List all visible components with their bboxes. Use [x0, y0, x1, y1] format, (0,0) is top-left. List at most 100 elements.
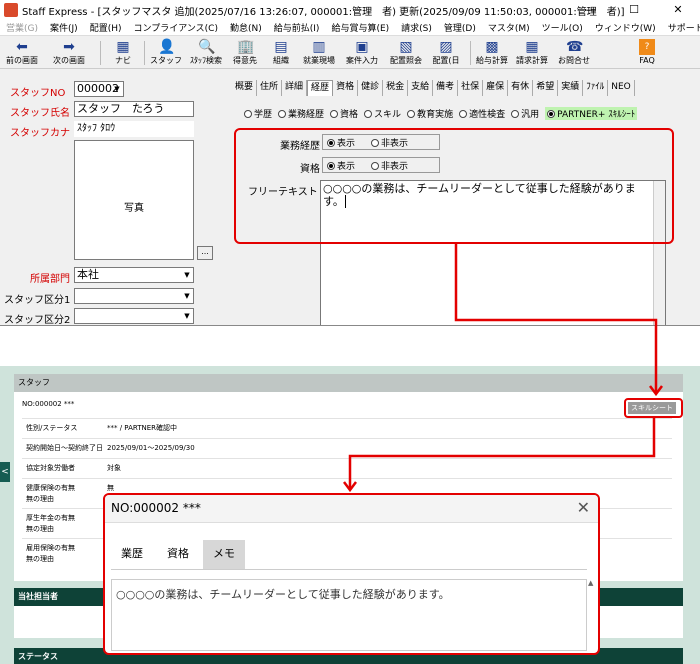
subtab-general[interactable]: 汎用: [511, 107, 539, 120]
menu-sales[interactable]: 営業(G): [6, 21, 38, 34]
tab-social-insurance[interactable]: 社保: [458, 80, 484, 96]
divider: [22, 438, 672, 439]
person-icon: 👤: [158, 39, 176, 55]
maximize-button[interactable]: ☐: [612, 0, 656, 20]
faq-icon: ?: [639, 39, 655, 55]
subtab-partner-skill-sheet[interactable]: PARTNER+ ｽｷﾙｼｰﾄ: [545, 106, 638, 120]
menu-case[interactable]: 案件(J): [50, 21, 78, 34]
subtab-training[interactable]: 教育実施: [407, 107, 453, 120]
client-button[interactable]: 🏢 得意先: [228, 38, 262, 68]
navi-icon: ▦: [116, 39, 130, 55]
subtab-aptitude[interactable]: 適性検査: [459, 107, 505, 120]
main-tabs: 概要 住所 詳細 経歴 資格 健診 税金 支給 備考 社保 雇保 有休 希望 実…: [232, 80, 635, 96]
tab-file[interactable]: ﾌｧｲﾙ: [583, 80, 609, 96]
tab-employment-insurance[interactable]: 雇保: [483, 80, 509, 96]
scroll-up-icon[interactable]: ▲: [588, 579, 596, 587]
menu-master[interactable]: マスタ(M): [488, 21, 530, 34]
case-input-button[interactable]: ▣ 案件入力: [342, 38, 382, 68]
tab-payment[interactable]: 支給: [408, 80, 434, 96]
placement-inquiry-button[interactable]: ▧ 配置照会: [386, 38, 426, 68]
contact-button[interactable]: ☎ お問合せ: [554, 38, 594, 68]
menu-admin[interactable]: 管理(D): [444, 21, 476, 34]
radio-icon: [244, 109, 252, 118]
tab-results[interactable]: 実績: [558, 80, 584, 96]
radio-icon: [330, 109, 339, 118]
field-key-sub: 無の理由: [26, 495, 54, 503]
prev-screen-button[interactable]: ⬅ 前の画面: [2, 38, 42, 68]
salary-calc-button[interactable]: ▩ 給与計算: [474, 38, 510, 68]
modal-tab-memo[interactable]: メモ: [203, 540, 245, 570]
toolbar: ⬅ 前の画面 ➡ 次の画面 ▦ ナビ 👤 スタッフ 🔍 ｽﾀｯﾌ検索 🏢 得意先…: [0, 37, 700, 69]
staff-express-window: Staff Express - [スタッフマスタ 追加(2025/07/16 1…: [0, 0, 700, 326]
menu-placement[interactable]: 配置(H): [90, 21, 122, 34]
divider: [111, 569, 587, 570]
staff-name-label: スタッフ氏名: [10, 108, 70, 119]
modal-header: NO:000002 *** ✕: [105, 495, 598, 523]
staff-name-input[interactable]: スタッフ たろう: [74, 101, 194, 117]
menu-window[interactable]: ウィンドウ(W): [595, 21, 656, 34]
menu-bar: 営業(G) 案件(J) 配置(H) コンプライアンス(C) 勤怠(N) 給与前払…: [0, 20, 700, 36]
menu-compliance[interactable]: コンプライアンス(C): [133, 21, 218, 34]
tab-wish[interactable]: 希望: [533, 80, 559, 96]
organization-button[interactable]: ▤ 組織: [266, 38, 296, 68]
modal-tab-career[interactable]: 業歴: [111, 540, 153, 570]
class1-label: スタッフ区分1: [4, 295, 71, 306]
staff-search-button[interactable]: 🔍 ｽﾀｯﾌ検索: [186, 38, 226, 68]
tab-qualification[interactable]: 資格: [333, 80, 359, 96]
subtab-qualification[interactable]: 資格: [330, 107, 358, 120]
tab-address[interactable]: 住所: [257, 80, 283, 96]
dept-select[interactable]: 本社 ▼: [74, 267, 194, 283]
minimize-button[interactable]: —: [568, 0, 612, 20]
bill-icon: ▦: [525, 39, 539, 55]
menu-support[interactable]: サポート(H): [668, 21, 700, 34]
modal-tab-qualification[interactable]: 資格: [157, 540, 199, 570]
menu-salary[interactable]: 給与賞与算(E): [331, 21, 389, 34]
staff-button[interactable]: 👤 スタッフ: [148, 38, 184, 68]
menu-attendance[interactable]: 勤怠(N): [230, 21, 262, 34]
photo-label: 写真: [124, 203, 144, 214]
tab-tax[interactable]: 税金: [383, 80, 409, 96]
field-key: 契約開始日～契約終了日: [26, 444, 103, 452]
tab-health[interactable]: 健診: [358, 80, 384, 96]
memo-text: ○○○○の業務は、チームリーダーとして従事した経験があります。: [111, 579, 587, 651]
bill-calc-button[interactable]: ▦ 請求計算: [512, 38, 552, 68]
menu-advance[interactable]: 給与前払(I): [274, 21, 320, 34]
field-key: 性別/ステータス: [26, 424, 78, 432]
class2-label: スタッフ区分2: [4, 315, 71, 326]
placement-day-button[interactable]: ▨ 配置(日: [428, 38, 464, 68]
field-value: *** / PARTNER確認中: [107, 424, 178, 432]
tab-overview[interactable]: 概要: [232, 80, 258, 96]
staff-section-header: スタッフ: [14, 374, 683, 392]
close-button[interactable]: ✕: [656, 0, 700, 20]
tab-career[interactable]: 経歴: [307, 80, 334, 96]
next-screen-button[interactable]: ➡ 次の画面: [48, 38, 90, 68]
separator: [144, 41, 145, 65]
divider: [22, 478, 672, 479]
subtab-skill[interactable]: スキル: [364, 107, 401, 120]
separator: [470, 41, 471, 65]
menu-tools[interactable]: ツール(O): [542, 21, 583, 34]
photo-browse-button[interactable]: ...: [197, 246, 213, 260]
faq-button[interactable]: ? FAQ: [632, 38, 662, 68]
class1-select[interactable]: ▼: [74, 288, 194, 304]
person-search-icon: 🔍: [198, 39, 216, 55]
tab-paid-leave[interactable]: 有休: [508, 80, 534, 96]
staff-kana-input[interactable]: ｽﾀｯﾌ ﾀﾛｳ: [74, 121, 194, 137]
collapse-arrow-button[interactable]: <: [0, 462, 10, 482]
navi-button[interactable]: ▦ ナビ: [108, 38, 138, 68]
staff-no-select[interactable]: 000002 ▼: [74, 81, 124, 97]
calendar-icon: ▨: [439, 39, 453, 55]
highlight-frame-skill-button: [624, 398, 683, 418]
field-value: 2025/09/01～2025/09/30: [107, 444, 195, 452]
menu-billing[interactable]: 請求(S): [401, 21, 432, 34]
work-site-button[interactable]: ▥ 就業現場: [298, 38, 340, 68]
phone-icon: ☎: [566, 39, 584, 55]
subtab-work-history[interactable]: 業務経歴: [278, 107, 324, 120]
tab-neo[interactable]: NEO: [608, 80, 635, 96]
close-icon[interactable]: ✕: [577, 498, 590, 517]
subtab-education[interactable]: 学歴: [244, 107, 272, 120]
tab-detail[interactable]: 詳細: [282, 80, 308, 96]
class2-select[interactable]: ▼: [74, 308, 194, 324]
organization-icon: ▤: [274, 39, 288, 55]
tab-notes[interactable]: 備考: [433, 80, 459, 96]
